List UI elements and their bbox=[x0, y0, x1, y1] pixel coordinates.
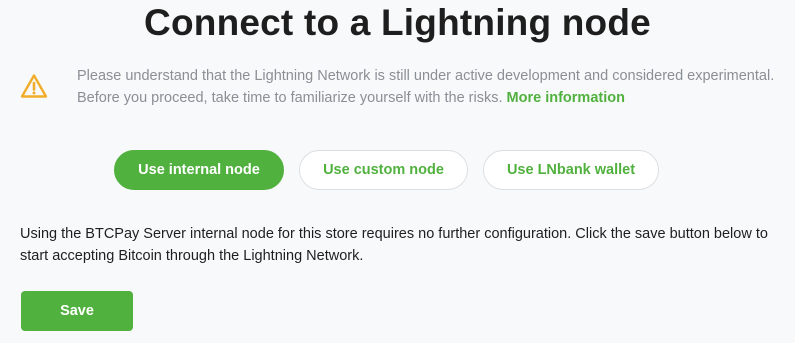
internal-node-description: Using the BTCPay Server internal node fo… bbox=[20, 226, 768, 264]
warning-icon bbox=[20, 73, 48, 99]
use-custom-node-button[interactable]: Use custom node bbox=[299, 150, 468, 190]
alert-message: Please understand that the Lightning Net… bbox=[77, 65, 777, 109]
alert-text: Please understand that the Lightning Net… bbox=[77, 68, 775, 106]
use-internal-node-button[interactable]: Use internal node bbox=[114, 150, 284, 190]
lightning-setup-page: Connect to a Lightning node Please under… bbox=[0, 0, 795, 343]
page-title: Connect to a Lightning node bbox=[144, 2, 651, 43]
warning-alert: Please understand that the Lightning Net… bbox=[20, 63, 780, 115]
more-information-link[interactable]: More information bbox=[507, 90, 625, 106]
save-button[interactable]: Save bbox=[21, 291, 133, 331]
use-lnbank-wallet-button[interactable]: Use LNbank wallet bbox=[483, 150, 659, 190]
node-type-selector: Use internal node Use custom node Use LN… bbox=[0, 150, 795, 190]
